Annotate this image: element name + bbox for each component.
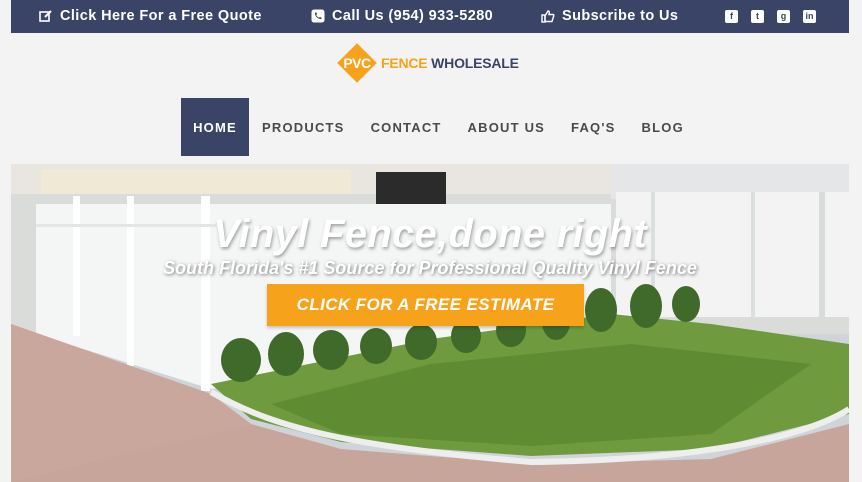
logo-badge: PVC [333,39,381,87]
social-links: f t g in [725,10,816,23]
phone-icon [311,9,325,23]
hero-title: Vinyl Fence,done right [212,212,648,256]
edit-icon [39,9,53,23]
top-bar: Click Here For a Free Quote Call Us (954… [11,0,849,33]
nav-item-about-us[interactable]: ABOUT US [455,98,559,156]
hero-subtitle: South Florida's #1 Source for Profession… [163,258,697,278]
facebook-icon[interactable]: f [725,10,738,23]
linkedin-icon[interactable]: in [803,10,816,23]
free-quote-label: Click Here For a Free Quote [60,8,262,24]
nav-item-contact[interactable]: CONTACT [358,98,455,156]
logo-word-fence: FENCE [381,55,428,71]
nav-item-blog[interactable]: BLOG [629,98,697,156]
call-us-link[interactable]: Call Us (954) 933-5280 [311,8,493,24]
subscribe-link[interactable]: Subscribe to Us [541,8,678,24]
logo-badge-text: PVC [343,55,371,71]
subscribe-label: Subscribe to Us [562,8,679,24]
free-estimate-button[interactable]: Click for a free estimate [267,284,584,326]
nav-item-home[interactable]: HOME [181,98,249,156]
logo-word-wholesale: WHOLESALE [431,55,519,71]
thumbs-up-icon [541,9,555,23]
google-plus-icon[interactable]: g [777,10,790,23]
hero-banner: Vinyl Fence,done right South Florida's #… [11,164,849,482]
main-nav: HOME PRODUCTS CONTACT ABOUT US FAQ'S BLO… [181,98,697,156]
logo-wordmark: FENCE WHOLESALE [381,55,519,71]
free-quote-link[interactable]: Click Here For a Free Quote [39,8,262,24]
call-us-label: Call Us (954) 933-5280 [332,8,494,24]
twitter-icon[interactable]: t [751,10,764,23]
nav-item-products[interactable]: PRODUCTS [249,98,358,156]
nav-item-faqs[interactable]: FAQ'S [558,98,629,156]
site-logo[interactable]: PVC FENCE WHOLESALE [333,39,519,87]
